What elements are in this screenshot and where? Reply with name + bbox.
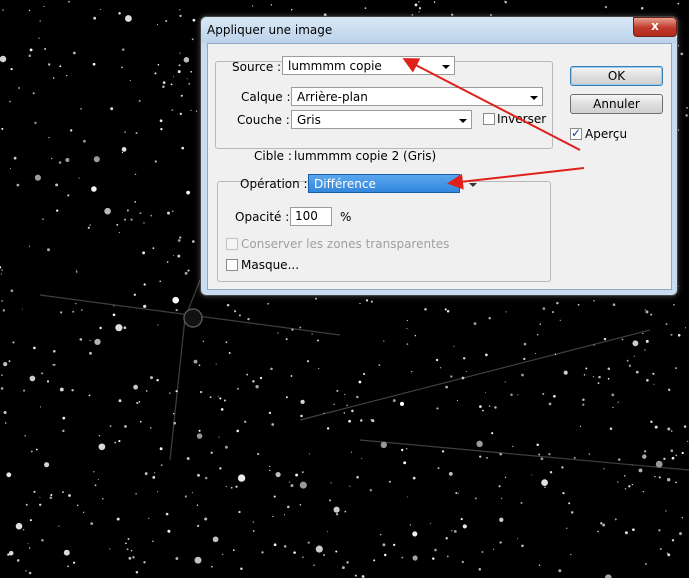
target-value: lummmm copie 2 (Gris) bbox=[294, 149, 437, 163]
opacity-input[interactable]: 100 bbox=[290, 207, 332, 226]
ok-button[interactable]: OK bbox=[570, 66, 663, 86]
source-value: lummmm copie bbox=[288, 59, 382, 73]
source-label: Source : bbox=[232, 60, 282, 74]
preview-checkbox[interactable] bbox=[570, 126, 582, 140]
close-icon: x bbox=[651, 19, 659, 33]
dialog-titlebar[interactable]: Appliquer une image x bbox=[201, 17, 677, 43]
channel-value: Gris bbox=[297, 113, 321, 127]
chevron-down-icon bbox=[469, 183, 477, 187]
target-label: Cible : bbox=[254, 149, 292, 163]
mask-label: Masque... bbox=[241, 258, 300, 272]
layer-dropdown[interactable]: Arrière-plan bbox=[291, 87, 543, 106]
chevron-down-icon bbox=[442, 65, 450, 69]
channel-dropdown[interactable]: Gris bbox=[291, 110, 472, 129]
opacity-label: Opacité : bbox=[235, 210, 290, 224]
dialog-body: Source : lummmm copie Calque : Arrière-p… bbox=[207, 43, 672, 290]
apply-image-dialog: Appliquer une image x Source : lummmm co… bbox=[200, 16, 678, 296]
chevron-down-icon bbox=[530, 96, 538, 100]
invert-label: Inverser bbox=[497, 112, 547, 126]
preview-label: Aperçu bbox=[585, 127, 628, 141]
layer-label: Calque : bbox=[241, 90, 291, 104]
close-button[interactable]: x bbox=[633, 17, 677, 37]
preserve-transparency-checkbox[interactable] bbox=[226, 238, 238, 250]
opacity-value: 100 bbox=[295, 209, 318, 223]
opacity-unit: % bbox=[340, 210, 352, 224]
cancel-button[interactable]: Annuler bbox=[570, 94, 663, 114]
mask-checkbox[interactable] bbox=[226, 259, 238, 271]
blending-value: Différence bbox=[314, 177, 376, 191]
preserve-transparency-label: Conserver les zones transparentes bbox=[241, 237, 450, 251]
channel-label: Couche : bbox=[237, 113, 290, 127]
blending-label: Opération : bbox=[240, 177, 308, 191]
blending-dropdown[interactable]: Différence bbox=[308, 174, 477, 193]
source-dropdown[interactable]: lummmm copie bbox=[282, 56, 455, 75]
invert-checkbox[interactable] bbox=[483, 113, 495, 125]
dialog-title: Appliquer une image bbox=[207, 23, 333, 37]
layer-value: Arrière-plan bbox=[297, 90, 368, 104]
chevron-down-icon bbox=[459, 119, 467, 123]
